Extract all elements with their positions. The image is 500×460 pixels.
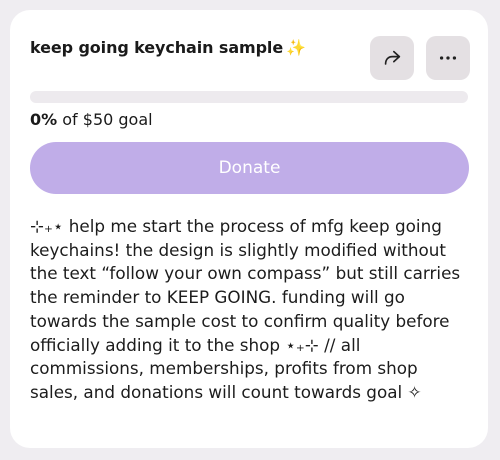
campaign-description: ⊹₊⋆ help me start the process of mfg kee… (30, 216, 461, 402)
fundraiser-card: keep going keychain sample ✨ 0% of $50 go… (10, 10, 488, 448)
sparkles-icon: ✨ (286, 38, 306, 57)
campaign-title: keep going keychain sample ✨ (30, 38, 306, 57)
more-options-button[interactable] (426, 36, 470, 80)
more-horizontal-icon (439, 56, 457, 60)
share-button[interactable] (370, 36, 414, 80)
goal-amount: of $50 goal (62, 110, 153, 129)
goal-summary: 0% of $50 goal (30, 110, 153, 129)
campaign-title-text: keep going keychain sample (30, 38, 284, 57)
goal-percent: 0% (30, 110, 58, 129)
goal-progress-bar (30, 91, 468, 103)
donate-button[interactable]: Donate (30, 142, 469, 194)
share-arrow-icon (384, 50, 401, 65)
